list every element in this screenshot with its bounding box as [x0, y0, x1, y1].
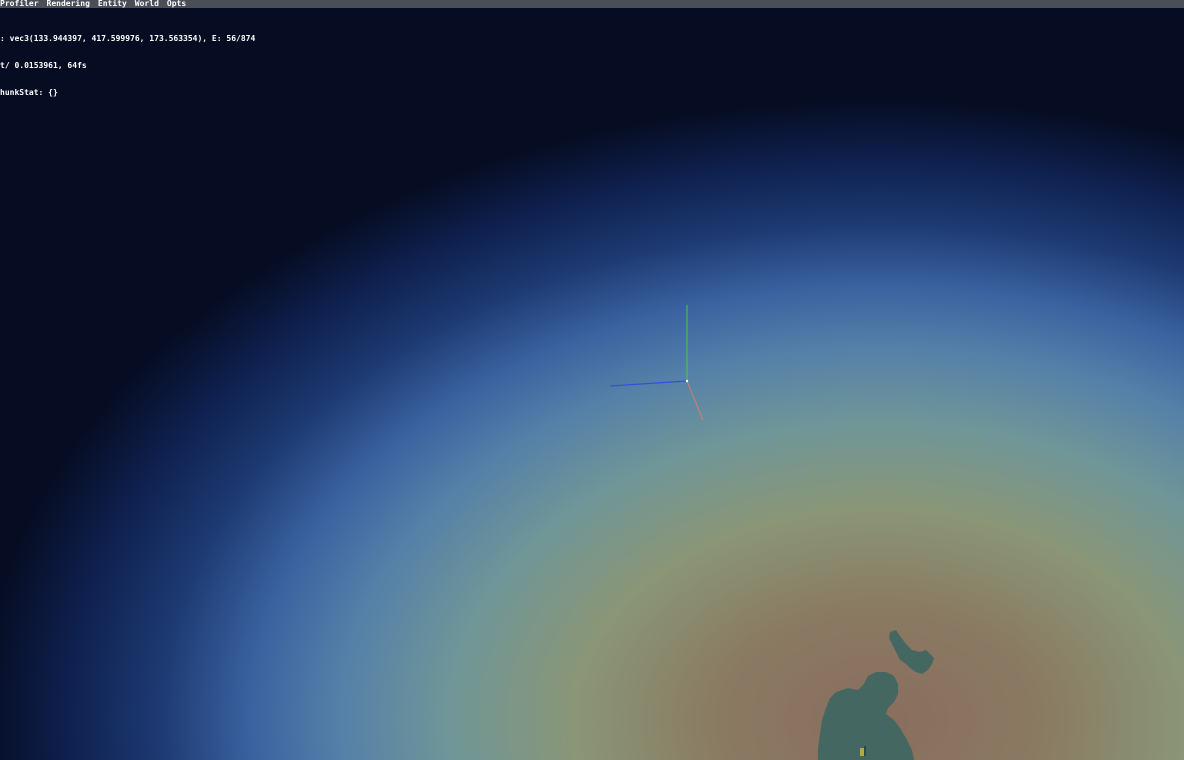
- debug-chunkstat-line: hunkStat: {}: [0, 88, 58, 97]
- top-menu-bar: Profiler Rendering Entity World Opts: [0, 0, 1184, 8]
- gizmo-x-axis: [686, 380, 704, 421]
- gizmo-z-axis: [609, 380, 688, 387]
- menu-opts[interactable]: Opts: [167, 0, 190, 8]
- menu-entity[interactable]: Entity: [98, 0, 131, 8]
- debug-overlay: : vec3(133.944397, 417.599976, 173.56335…: [0, 16, 255, 115]
- debug-frametime-line: t/ 0.0153961, 64fs: [0, 61, 87, 70]
- menu-profiler[interactable]: Profiler: [0, 0, 43, 8]
- 3d-viewport[interactable]: Profiler Rendering Entity World Opts : v…: [0, 0, 1184, 760]
- debug-position-line: : vec3(133.944397, 417.599976, 173.56335…: [0, 34, 256, 43]
- gizmo-origin: [685, 379, 689, 383]
- terrain-island-small: [889, 630, 934, 674]
- menu-rendering[interactable]: Rendering: [47, 0, 94, 8]
- axis-gizmo-icon: [609, 305, 704, 421]
- menu-world[interactable]: World: [135, 0, 163, 8]
